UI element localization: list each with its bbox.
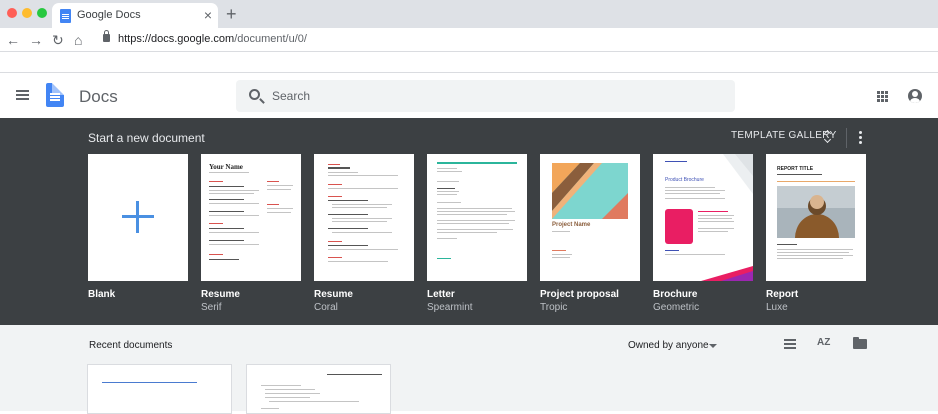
template-subtitle: Luxe (766, 302, 788, 313)
browser-toolbar: ← → ↻ ⌂ https://docs.google.com/document… (0, 28, 938, 52)
owner-filter-dropdown[interactable]: Owned by anyone (628, 340, 709, 351)
template-thumbnail[interactable]: Product Brochure (653, 154, 753, 281)
search-icon[interactable] (249, 89, 260, 100)
back-button[interactable]: ← (6, 30, 20, 50)
list-view-icon[interactable] (784, 339, 796, 349)
start-new-document-title: Start a new document (88, 131, 205, 145)
lock-icon (103, 30, 110, 42)
docs-favicon-icon (60, 9, 71, 23)
thumb-title-text: Product Brochure (665, 177, 704, 183)
sort-az-icon[interactable]: AZ (817, 337, 830, 348)
template-name: Brochure (653, 289, 698, 300)
proposal-graphic (552, 163, 628, 219)
tab-close-icon[interactable]: × (204, 6, 212, 24)
unfold-icon[interactable] (824, 130, 832, 144)
template-thumbnail[interactable] (88, 154, 188, 281)
docs-logo-icon[interactable] (46, 83, 64, 107)
template-resume-serif[interactable]: Your Name Resume Serif (201, 154, 301, 313)
template-panel: Start a new document TEMPLATE GALLERY Bl… (0, 118, 938, 325)
template-name: Letter (427, 289, 455, 300)
template-subtitle: Coral (314, 302, 338, 313)
url-host: https://docs.google.com (118, 33, 235, 45)
thumb-name-text: Your Name (209, 163, 243, 171)
template-gallery-button[interactable]: TEMPLATE GALLERY (731, 130, 837, 146)
tab-title: Google Docs (77, 9, 141, 21)
template-thumbnail[interactable] (427, 154, 527, 281)
template-subtitle: Geometric (653, 302, 700, 313)
plus-icon (122, 201, 154, 233)
recent-documents-title: Recent documents (89, 340, 173, 351)
template-name: Report (766, 289, 799, 300)
toolbar-divider (846, 128, 847, 148)
account-icon[interactable] (908, 89, 922, 103)
url-path: /document/u/0/ (234, 33, 307, 45)
template-subtitle: Spearmint (427, 302, 473, 313)
window-maximize-button[interactable] (37, 8, 47, 18)
template-name: Blank (88, 289, 116, 300)
template-thumbnail[interactable]: Your Name (201, 154, 301, 281)
template-thumbnail[interactable]: Project Name (540, 154, 640, 281)
home-button[interactable]: ⌂ (74, 30, 82, 50)
template-subtitle: Tropic (540, 302, 568, 313)
window-minimize-button[interactable] (22, 8, 32, 18)
app-name[interactable]: Docs (79, 87, 118, 107)
browser-tab-bar: Google Docs × + (0, 0, 938, 28)
brochure-corner-graphic (723, 154, 753, 194)
reload-button[interactable]: ↻ (52, 30, 64, 50)
recent-documents-section: Recent documents Owned by anyone AZ (0, 325, 938, 414)
template-name: Resume (201, 289, 240, 300)
template-letter[interactable]: Letter Spearmint (427, 154, 527, 313)
folder-icon[interactable] (853, 337, 867, 349)
forward-button[interactable]: → (29, 30, 43, 50)
thumb-title-text: Project Name (552, 222, 591, 228)
template-project-proposal[interactable]: Project Name Project proposal Tropic (540, 154, 640, 313)
menu-icon[interactable] (16, 90, 29, 100)
search-bar[interactable] (236, 80, 735, 112)
search-input[interactable] (272, 87, 712, 105)
template-thumbnail[interactable]: REPORT TITLE (766, 154, 866, 281)
template-blank[interactable]: Blank (88, 154, 188, 300)
template-subtitle: Serif (201, 302, 222, 313)
window-close-button[interactable] (7, 8, 17, 18)
new-tab-button[interactable]: + (226, 3, 237, 25)
dropdown-caret-icon[interactable] (709, 344, 717, 348)
apps-icon[interactable] (877, 91, 888, 102)
template-name: Resume (314, 289, 353, 300)
brochure-bottom-graphic (701, 266, 753, 281)
recent-document-card[interactable] (246, 364, 391, 414)
template-report[interactable]: REPORT TITLE Report Luxe (766, 154, 866, 313)
address-bar[interactable]: https://docs.google.com/document/u/0/ (118, 33, 307, 45)
template-thumbnail[interactable] (314, 154, 414, 281)
bookmarks-bar (0, 52, 938, 73)
template-resume-coral[interactable]: Resume Coral (314, 154, 414, 313)
browser-tab[interactable]: Google Docs × (52, 3, 218, 28)
report-photo (777, 186, 855, 238)
thumb-title-text: REPORT TITLE (777, 166, 814, 172)
template-name: Project proposal (540, 289, 619, 300)
more-vert-icon[interactable] (859, 131, 863, 145)
recent-document-card[interactable] (87, 364, 232, 414)
brochure-phone-graphic (665, 209, 693, 244)
docs-header: Docs (0, 74, 938, 118)
template-brochure[interactable]: Product Brochure Brochure Geometric (653, 154, 753, 313)
